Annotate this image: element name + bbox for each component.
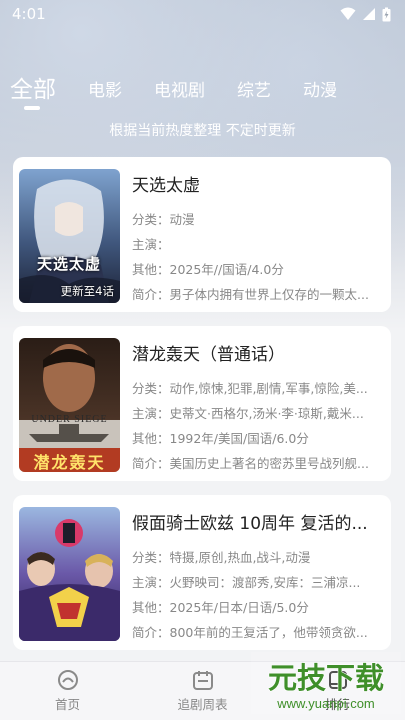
card-cast: 主演：史蒂文·西格尔,汤米·李·琼斯,戴米... (132, 406, 364, 421)
card-cast: 主演：火野映司：渡部秀,安库：三浦凉... (132, 575, 361, 590)
battery-icon (382, 7, 391, 21)
signal-icon (363, 8, 375, 20)
home-icon (57, 670, 78, 690)
page-subtitle: 根据当前热度整理 不定时更新 (109, 123, 296, 139)
tab-movies[interactable]: 电影 (88, 76, 122, 110)
card-intro: 简介：男子体内拥有世界上仅存的一颗太... (132, 287, 369, 302)
nav-home[interactable]: 首页 (23, 669, 113, 713)
status-bar: 4:01 (0, 0, 405, 28)
card-other: 其他：2025年//国语/4.0分 (132, 262, 284, 277)
tab-all[interactable]: 全部 (10, 70, 56, 110)
poster-title-art: 天选太虚 (37, 255, 102, 273)
tab-anime[interactable]: 动漫 (303, 76, 337, 110)
poster-chinese-title: 潜龙轰天 (33, 453, 106, 472)
calendar-icon (192, 671, 213, 690)
nav-home-label: 首页 (54, 697, 80, 712)
status-icons (340, 7, 391, 22)
tab-variety[interactable]: 综艺 (237, 76, 271, 110)
poster-image: UNDER SIEGE 潜龙轰天 (19, 338, 120, 472)
watermark-logo: 元技下载 www.yuanpi.com (251, 652, 401, 714)
nav-schedule[interactable]: 追剧周表 (158, 669, 248, 713)
card-title: 天选太虚 (132, 176, 200, 196)
card-other: 其他：1992年/美国/国语/6.0分 (132, 431, 309, 446)
svg-text:www.yuanpi.com: www.yuanpi.com (276, 696, 375, 711)
card-cast: 主演： (132, 237, 170, 252)
card-info: 潜龙轰天（普通话） 分类：动作,惊悚,犯罪,剧情,军事,惊险,美... 主演：史… (132, 338, 381, 476)
card-title: 假面骑士欧兹 10周年 复活的... (132, 514, 368, 534)
list-item[interactable]: 天选太虚 更新至4话 天选太虚 分类：动漫 主演： 其他：2025年//国语/4… (13, 157, 391, 312)
poster-image (19, 507, 120, 641)
card-category: 分类：动漫 (132, 212, 195, 227)
card-other: 其他：2025年/日本/日语/5.0分 (132, 600, 309, 615)
tab-tv-series[interactable]: 电视剧 (154, 76, 205, 110)
category-tabs: 全部 电影 电视剧 综艺 动漫 (10, 60, 405, 110)
nav-schedule-label: 追剧周表 (177, 697, 228, 712)
poster-english-title: UNDER SIEGE (31, 414, 108, 425)
poster-image: 天选太虚 更新至4话 (19, 169, 120, 303)
list-item[interactable]: 假面骑士欧兹 10周年 复活的... 分类：特摄,原创,热血,战斗,动漫 主演：… (13, 495, 391, 650)
card-info: 天选太虚 分类：动漫 主演： 其他：2025年//国语/4.0分 简介：男子体内… (132, 169, 381, 307)
wifi-icon (340, 7, 356, 20)
list-item[interactable]: UNDER SIEGE 潜龙轰天 潜龙轰天（普通话） 分类：动作,惊悚,犯罪,剧… (13, 326, 391, 481)
card-intro: 简介：美国历史上著名的密苏里号战列舰... (132, 456, 369, 471)
card-intro: 简介：800年前的王复活了，他带领贪欲... (132, 625, 368, 640)
episode-badge: 更新至4话 (60, 284, 114, 298)
card-info: 假面骑士欧兹 10周年 复活的... 分类：特摄,原创,热血,战斗,动漫 主演：… (132, 507, 381, 645)
svg-text:元技下载: 元技下载 (268, 661, 384, 695)
card-title: 潜龙轰天（普通话） (132, 345, 285, 365)
card-category: 分类：动作,惊悚,犯罪,剧情,军事,惊险,美... (132, 381, 368, 396)
status-time: 4:01 (12, 5, 46, 23)
card-category: 分类：特摄,原创,热血,战斗,动漫 (132, 550, 311, 565)
